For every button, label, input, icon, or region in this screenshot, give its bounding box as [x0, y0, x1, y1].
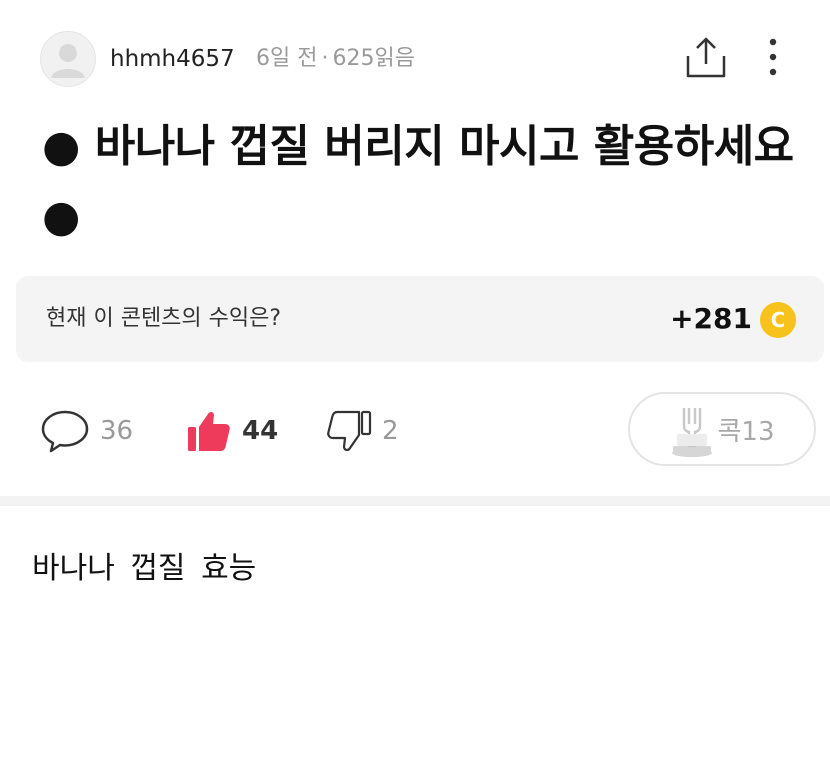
share-button[interactable]	[680, 34, 732, 82]
post-body: 바나나 껍질 효능	[32, 551, 257, 586]
dislike-button[interactable]: 2	[326, 408, 399, 454]
comment-button[interactable]: 36	[40, 408, 133, 454]
author-avatar[interactable]	[40, 31, 96, 87]
share-upload-icon	[686, 37, 726, 78]
thumbs-down-icon	[327, 410, 372, 452]
revenue-amount: +281	[670, 302, 752, 335]
post-header: hhmh4657 6일 전 · 625읽음	[0, 0, 830, 120]
section-divider	[0, 496, 830, 506]
coin-icon: C	[760, 302, 796, 338]
default-user-avatar-icon	[51, 44, 85, 78]
reaction-bar: 36 44 2 콕13	[0, 390, 830, 474]
revenue-panel[interactable]: 현재 이 콘텐츠의 수익은? +281 C	[16, 276, 824, 362]
thumbs-up-icon	[188, 412, 230, 451]
speech-bubble-icon	[41, 410, 89, 453]
like-count: 44	[242, 416, 279, 446]
author-username[interactable]: hhmh4657	[110, 44, 235, 74]
kok-button[interactable]: 콕13	[628, 392, 816, 466]
like-button[interactable]: 44	[186, 408, 278, 454]
post-time: 6일 전	[256, 46, 318, 71]
post-title: ● 바나나 껍질 버리지 마시고 활용하세요 ●	[42, 121, 794, 242]
comment-count: 36	[100, 416, 134, 446]
vertical-dots-icon	[769, 38, 777, 76]
kok-count: 13	[741, 416, 775, 447]
more-options-button[interactable]	[756, 36, 790, 80]
meta-separator: ·	[321, 46, 329, 71]
revenue-label: 현재 이 콘텐츠의 수익은?	[46, 306, 282, 331]
kok-label: 콕13	[717, 416, 775, 447]
view-count: 625읽음	[332, 46, 415, 71]
dislike-count: 2	[382, 416, 399, 446]
post-meta: 6일 전 · 625읽음	[256, 44, 415, 74]
fork-cake-icon	[672, 408, 713, 457]
